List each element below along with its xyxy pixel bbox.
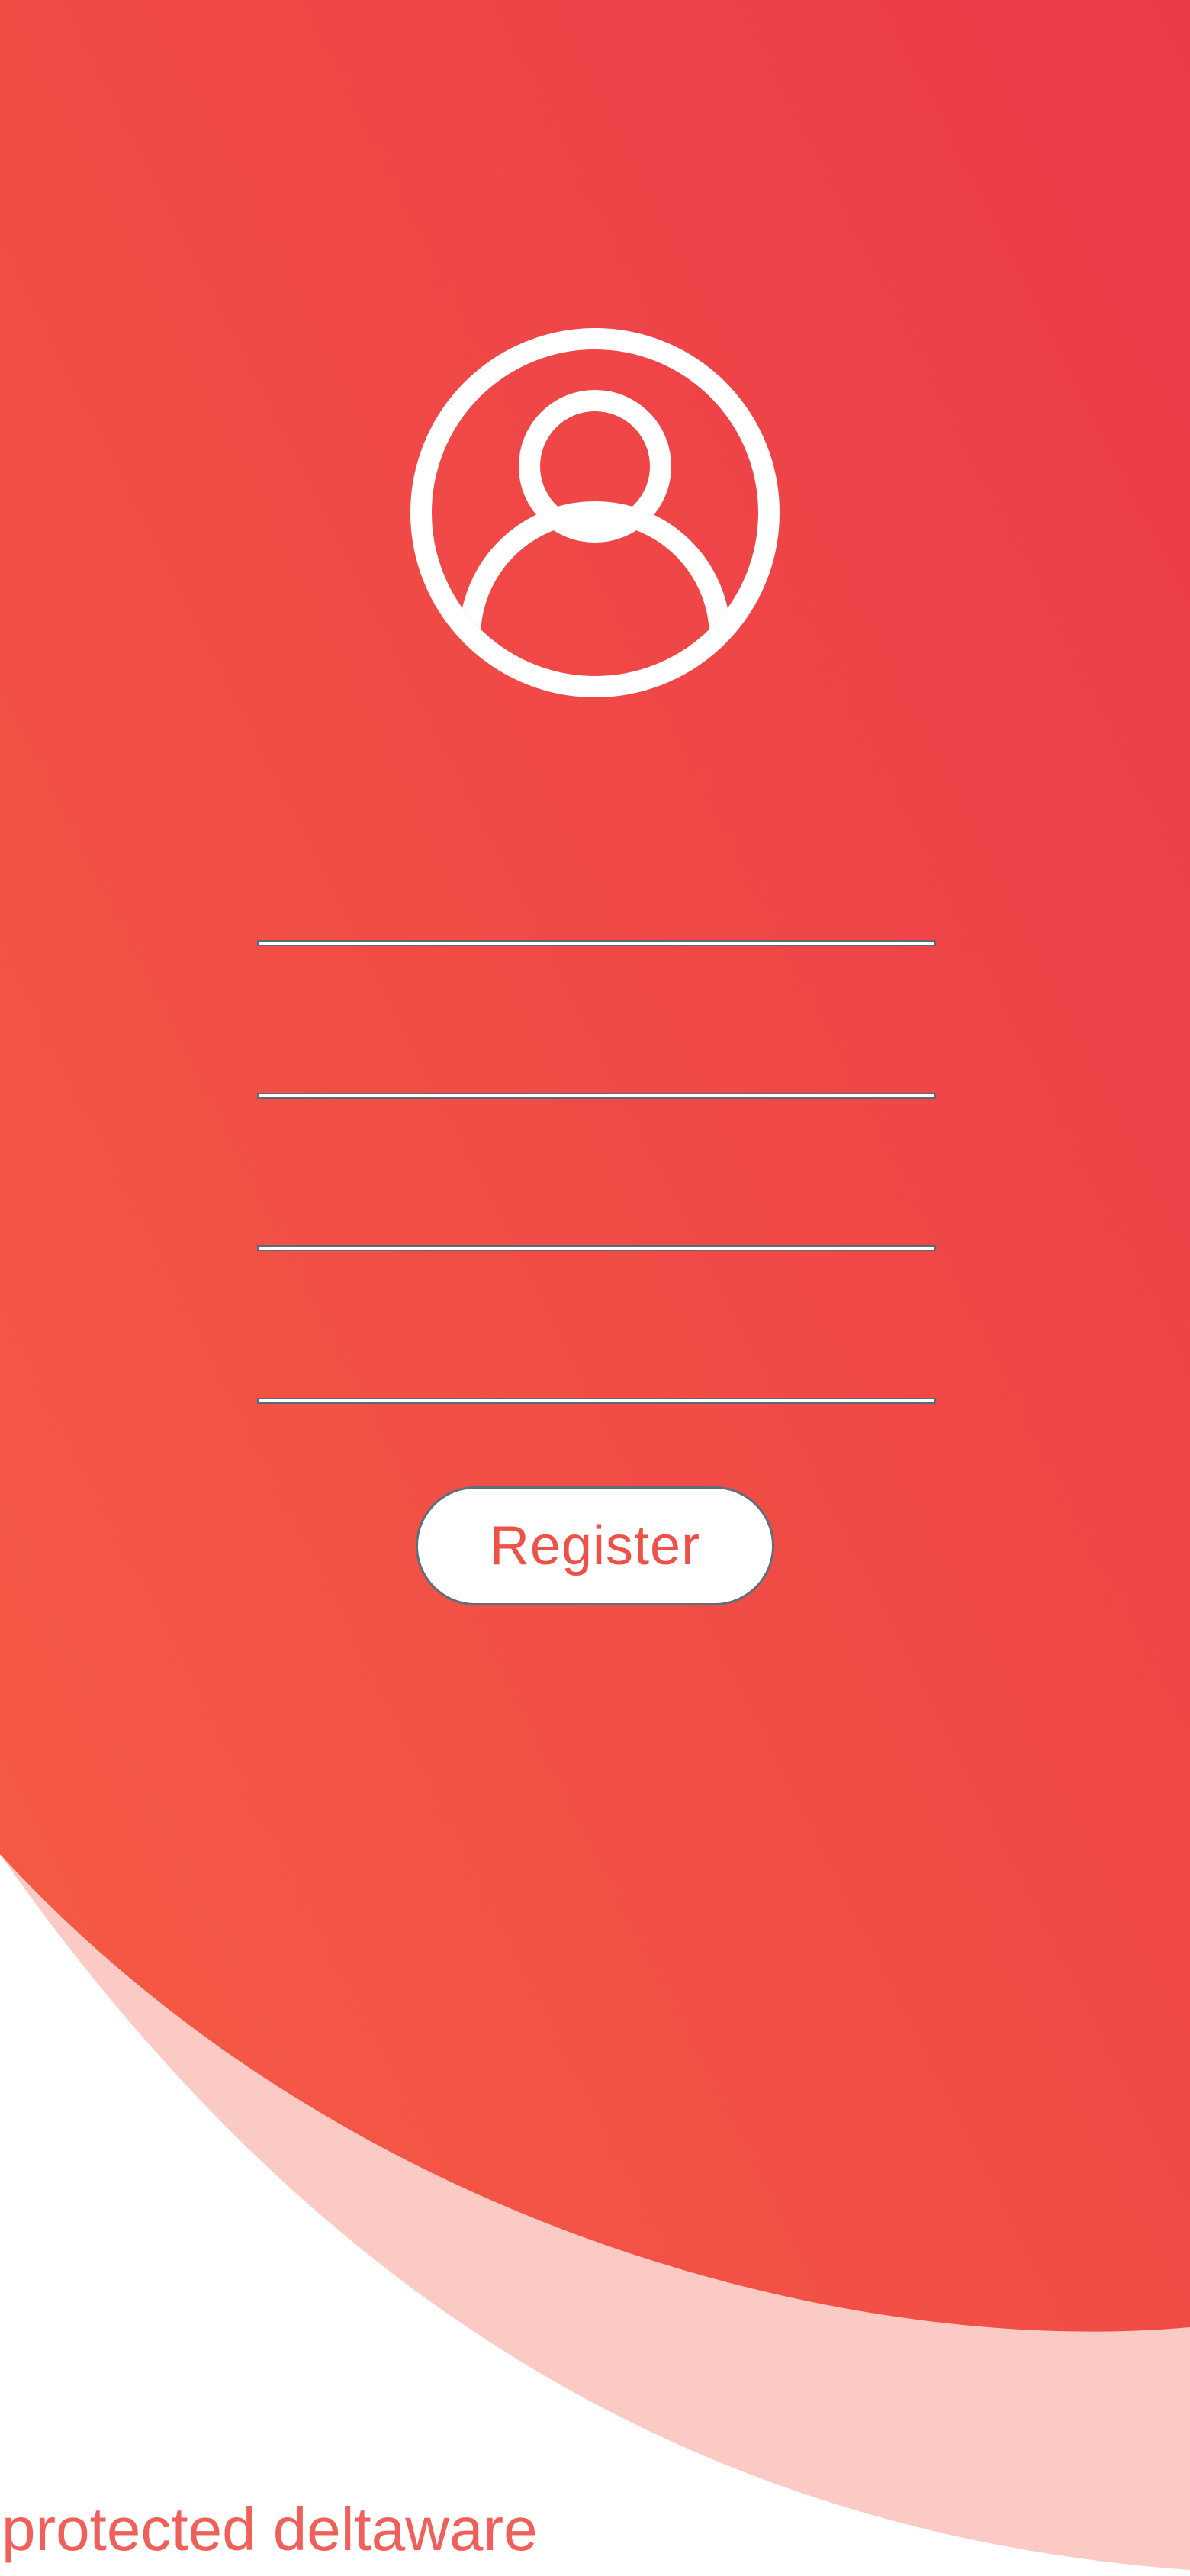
email-field[interactable]: [257, 1029, 936, 1096]
confirm-password-field[interactable]: [257, 1334, 936, 1401]
footer-brand-text: protected deltaware: [2, 2495, 538, 2563]
username-field-underline: [257, 940, 936, 946]
password-field[interactable]: [257, 1181, 936, 1248]
user-circle-icon: [410, 328, 780, 697]
password-field-underline: [257, 1245, 936, 1251]
register-button[interactable]: Register: [416, 1486, 774, 1605]
username-field[interactable]: [257, 876, 936, 943]
email-field-underline: [257, 1093, 936, 1099]
confirm-password-field-underline: [257, 1398, 936, 1404]
register-screen: Register protected deltaware: [0, 0, 1190, 2576]
